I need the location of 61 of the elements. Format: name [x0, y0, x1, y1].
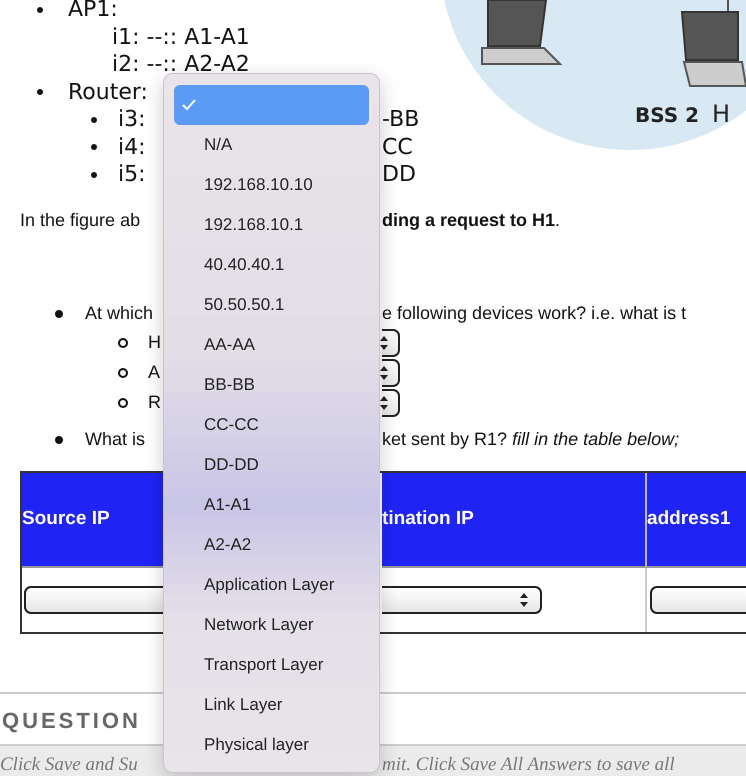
outline-text: i4: — [118, 134, 146, 161]
outline-text: DD — [382, 161, 416, 188]
menu-item[interactable]: A1-A1 — [174, 485, 369, 525]
bullet-icon — [91, 172, 97, 178]
select-field[interactable] — [382, 586, 542, 614]
checkmark-icon — [182, 99, 196, 111]
figure-label: BSS 2 — [635, 103, 700, 127]
column-header: address1 — [645, 472, 746, 568]
select-field[interactable] — [382, 388, 400, 416]
menu-item[interactable]: CC-CC — [174, 405, 369, 445]
column-header: tination IP — [382, 472, 645, 568]
bullet-icon — [91, 116, 97, 123]
outline-text: i5: — [118, 161, 146, 188]
device-label: H — [148, 332, 161, 353]
outline-text: i1: --:: A1-A1 — [112, 24, 250, 51]
menu-item[interactable]: Transport Layer — [174, 645, 369, 685]
menu-item[interactable]: N/A — [174, 125, 369, 165]
question-text: What is — [85, 429, 146, 450]
menu-item[interactable]: Network Layer — [174, 605, 369, 645]
bullet-icon — [118, 368, 128, 378]
question-text: At which — [85, 303, 154, 324]
footer-text: mit. Click Save All Answers to save all — [382, 754, 675, 776]
question-text: e following devices work? i.e. what is t — [382, 303, 686, 324]
bullet-icon — [118, 338, 128, 348]
outline-text: -BB — [382, 106, 420, 134]
select-field[interactable] — [382, 358, 400, 386]
column-header: Source IP — [22, 472, 165, 568]
menu-item[interactable]: DD-DD — [174, 445, 369, 485]
bullet-icon — [55, 436, 63, 444]
menu-item[interactable]: AA-AA — [174, 325, 369, 365]
outline-text: i2: --:: A2-A2 — [112, 51, 250, 78]
bullet-icon — [91, 144, 97, 150]
bullet-icon — [118, 398, 128, 408]
select-field[interactable] — [650, 586, 746, 614]
menu-item[interactable]: 192.168.10.1 — [174, 205, 369, 245]
updown-icon — [520, 592, 528, 606]
outline-text: i3: — [118, 106, 146, 134]
paragraph-text: ding a request to H1. — [382, 208, 560, 232]
paragraph-text: In the figure ab — [20, 208, 140, 232]
menu-item[interactable]: BB-BB — [174, 365, 369, 405]
footer-text: Click Save and Su — [0, 754, 138, 776]
bullet-icon — [37, 6, 43, 13]
select-field[interactable] — [24, 586, 165, 614]
laptop-icon — [481, 0, 562, 65]
outline-text: Router: — [68, 78, 148, 106]
select-field[interactable] — [382, 328, 400, 356]
menu-item[interactable]: A2-A2 — [174, 525, 369, 565]
menu-item[interactable]: 40.40.40.1 — [174, 245, 369, 285]
figure-label: H — [712, 100, 730, 128]
menu-item[interactable]: 192.168.10.10 — [174, 165, 369, 205]
bullet-icon — [37, 89, 43, 96]
laptop-icon — [680, 11, 746, 87]
antenna-line — [727, 0, 729, 12]
bullet-icon — [55, 310, 63, 318]
outline-text: AP1: — [68, 0, 118, 24]
device-label: R — [148, 392, 161, 413]
question-text: ket sent by R1? fill in the table below; — [382, 429, 680, 450]
device-label: A — [148, 362, 160, 383]
outline-text: CC — [382, 134, 413, 161]
menu-item[interactable]: 50.50.50.1 — [174, 285, 369, 325]
menu-item[interactable]: Application Layer — [174, 565, 369, 605]
